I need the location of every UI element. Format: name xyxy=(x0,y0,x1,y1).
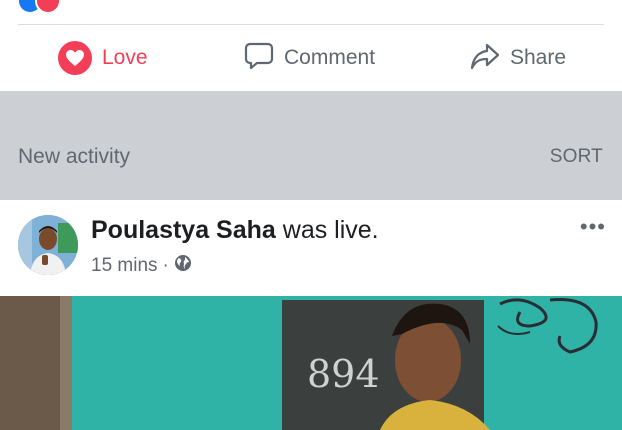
post-action-text: was live. xyxy=(275,216,379,244)
comment-label: Comment xyxy=(284,46,376,69)
live-video-thumbnail[interactable]: 894 xyxy=(0,296,622,430)
share-button[interactable]: Share xyxy=(470,25,566,91)
love-reaction-icon xyxy=(35,0,61,14)
reaction-summary[interactable] xyxy=(0,0,622,25)
new-activity-header: New activity SORT xyxy=(0,129,622,196)
post-action-bar: Love Comment Share xyxy=(0,25,622,91)
author-name[interactable]: Poulastya Saha xyxy=(91,216,276,244)
wall-chalk-text: 894 xyxy=(307,352,380,396)
avatar[interactable] xyxy=(18,215,78,275)
post-meta: 15 mins · xyxy=(91,254,192,278)
share-icon xyxy=(470,42,500,75)
globe-icon xyxy=(174,254,192,278)
more-options-button[interactable]: ••• xyxy=(580,214,606,240)
love-heart-icon xyxy=(58,41,92,75)
post-author-line: Poulastya Saha was live. xyxy=(91,216,379,245)
section-separator xyxy=(0,91,622,129)
post-time[interactable]: 15 mins xyxy=(91,255,158,277)
share-label: Share xyxy=(510,46,567,69)
new-activity-title: New activity xyxy=(18,145,131,168)
love-button[interactable]: Love xyxy=(58,25,148,91)
comment-button[interactable]: Comment xyxy=(244,25,375,91)
meta-separator: · xyxy=(162,255,169,276)
sort-button[interactable]: SORT xyxy=(550,146,603,168)
love-label: Love xyxy=(102,46,148,69)
comment-icon xyxy=(244,41,274,76)
post-header: Poulastya Saha was live. 15 mins · ••• xyxy=(0,200,622,296)
